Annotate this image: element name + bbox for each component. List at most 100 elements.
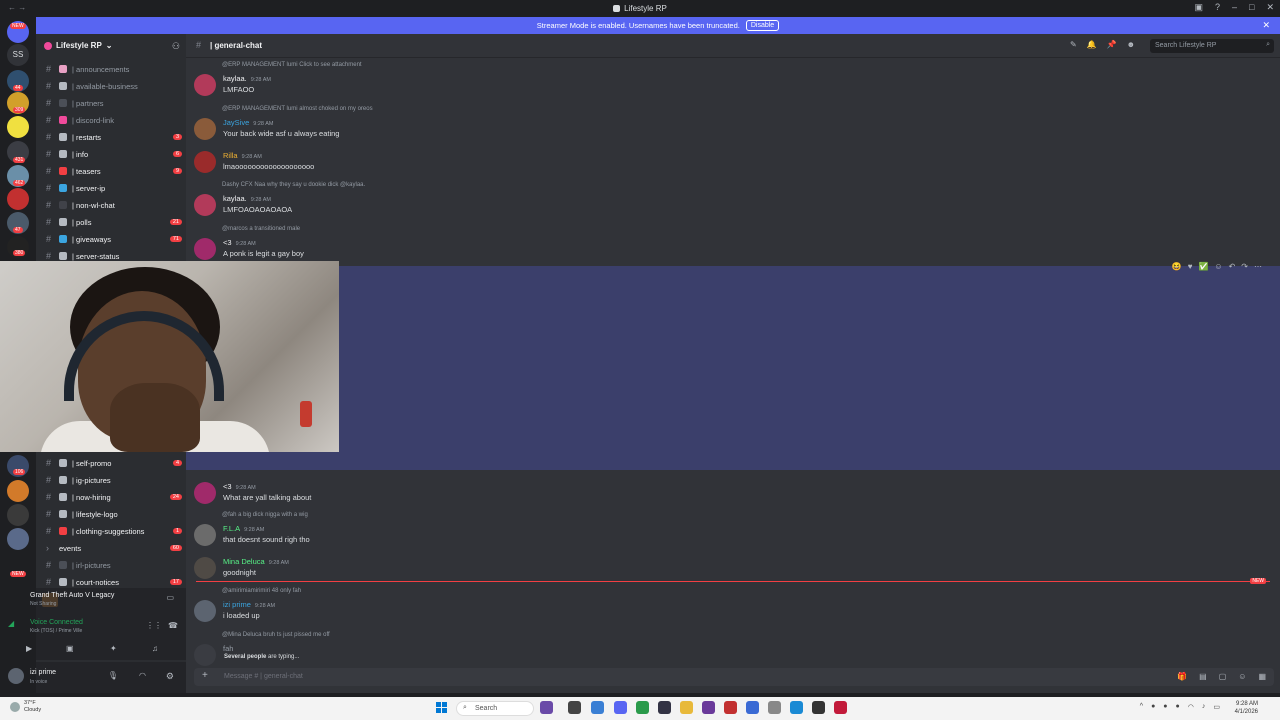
- file-explorer-icon[interactable]: [568, 701, 581, 714]
- author-name[interactable]: Mina Deluca: [223, 557, 265, 566]
- channel-item[interactable]: # | announcements: [46, 62, 182, 76]
- noise-suppression-icon[interactable]: ⋮⋮: [146, 621, 162, 630]
- activities-icon[interactable]: ✦: [110, 644, 117, 653]
- author-name[interactable]: izi prime: [223, 600, 251, 609]
- taskbar-search[interactable]: ⌕ Search: [456, 701, 534, 716]
- pin-icon[interactable]: 📌: [1107, 40, 1117, 49]
- channel-item[interactable]: # | non-wl-chat: [46, 198, 182, 212]
- disconnect-icon[interactable]: ☎: [168, 621, 178, 630]
- server-icon[interactable]: [7, 528, 29, 550]
- channel-item[interactable]: # | self-promo 4: [46, 456, 182, 470]
- channel-item[interactable]: # | lifestyle-logo: [46, 507, 182, 521]
- add-reaction-icon[interactable]: ☺: [1214, 262, 1222, 271]
- taskbar-app-icon[interactable]: [746, 701, 759, 714]
- chevron-up-icon[interactable]: ^: [1140, 703, 1143, 711]
- settings-gear-icon[interactable]: ⚙: [166, 671, 174, 682]
- taskbar-app-icon[interactable]: [540, 701, 553, 714]
- taskbar-app-icon[interactable]: [724, 701, 737, 714]
- discord-icon[interactable]: [614, 701, 627, 714]
- maximize-button[interactable]: □: [1249, 2, 1254, 13]
- media-embed[interactable]: [186, 266, 1280, 470]
- channel-item[interactable]: # | partners: [46, 96, 182, 110]
- taskbar-app-icon[interactable]: [658, 701, 671, 714]
- author-name[interactable]: <3: [223, 238, 232, 247]
- server-icon-ss[interactable]: SS: [7, 44, 29, 66]
- channel-item[interactable]: # | restarts 3: [46, 130, 182, 144]
- avatar[interactable]: [194, 482, 216, 504]
- volume-icon[interactable]: ♪: [1202, 703, 1206, 711]
- taskbar-app-icon[interactable]: [591, 701, 604, 714]
- members-icon[interactable]: ☻: [1127, 40, 1135, 49]
- author-name[interactable]: kaylaa.: [223, 194, 247, 203]
- close-banner-icon[interactable]: ✕: [1262, 20, 1270, 31]
- battery-icon[interactable]: ▭: [1213, 703, 1220, 711]
- avatar[interactable]: [194, 644, 216, 666]
- channel-item[interactable]: # | ig-pictures: [46, 473, 182, 487]
- add-member-icon[interactable]: ⚇: [172, 41, 180, 52]
- channel-item[interactable]: # | irl-pictures: [46, 558, 182, 572]
- channel-item[interactable]: # | info 6: [46, 147, 182, 161]
- minimize-button[interactable]: –: [1232, 2, 1237, 13]
- author-name[interactable]: Rilla: [223, 151, 238, 160]
- avatar[interactable]: [194, 74, 216, 96]
- author-name[interactable]: kaylaa.: [223, 74, 247, 83]
- reaction-icon[interactable]: 😆: [1172, 262, 1182, 271]
- taskbar-app-icon[interactable]: [768, 701, 781, 714]
- server-icon[interactable]: [7, 504, 29, 526]
- taskbar-app-icon[interactable]: [834, 701, 847, 714]
- author-name[interactable]: fah: [223, 644, 233, 653]
- voice-channel[interactable]: Kick (TOS) / Prime Ville: [30, 628, 82, 634]
- reply-preview[interactable]: Dashy CFX Naa why they say u dookie dick…: [222, 182, 365, 188]
- avatar[interactable]: [8, 668, 24, 684]
- author-name[interactable]: <3: [223, 482, 232, 491]
- reaction-icon[interactable]: ♥: [1188, 262, 1193, 271]
- taskbar-app-icon[interactable]: [702, 701, 715, 714]
- guild-header[interactable]: Lifestyle RP ⌄: [44, 41, 113, 50]
- channel-item[interactable]: # | teasers 9: [46, 164, 182, 178]
- close-button[interactable]: ✕: [1266, 2, 1274, 13]
- apps-icon[interactable]: ▦: [1258, 672, 1266, 681]
- avatar[interactable]: [194, 557, 216, 579]
- gift-icon[interactable]: 🎁: [1177, 672, 1187, 681]
- wifi-icon[interactable]: ◠: [1188, 703, 1194, 711]
- help-icon[interactable]: ?: [1215, 2, 1220, 13]
- microphone-icon[interactable]: 🎙: [108, 671, 118, 680]
- author-name[interactable]: JaySive: [223, 118, 249, 127]
- server-icon[interactable]: [7, 188, 29, 210]
- reaction-icon[interactable]: ✅: [1198, 262, 1208, 271]
- avatar[interactable]: [194, 194, 216, 216]
- reply-icon[interactable]: ↶: [1229, 262, 1236, 271]
- reply-preview[interactable]: @amirimiamirimiri 48 only fah: [222, 588, 301, 594]
- more-icon[interactable]: ⋯: [1254, 262, 1262, 271]
- channel-item[interactable]: # | now-hiring 24: [46, 490, 182, 504]
- channel-item[interactable]: # | available-business: [46, 79, 182, 93]
- emoji-icon[interactable]: ☺: [1238, 672, 1246, 681]
- threads-icon[interactable]: ✎: [1070, 40, 1077, 49]
- channel-item[interactable]: # | server-ip: [46, 181, 182, 195]
- disable-button[interactable]: Disable: [745, 20, 780, 31]
- share-screen-icon[interactable]: ▣: [66, 644, 74, 653]
- reply-preview[interactable]: @fah a big dick nigga with a wig: [222, 512, 308, 518]
- taskbar-app-icon[interactable]: [812, 701, 825, 714]
- channel-item[interactable]: # | clothing-suggestions 1: [46, 524, 182, 538]
- avatar[interactable]: [194, 118, 216, 140]
- reply-preview[interactable]: @ERP MANAGEMENT lumi Click to see attach…: [222, 62, 362, 68]
- sticker-icon[interactable]: ▢: [1219, 672, 1227, 681]
- server-icon[interactable]: [7, 480, 29, 502]
- message-input[interactable]: [194, 668, 1274, 686]
- channel-item[interactable]: # | discord-link: [46, 113, 182, 127]
- edge-icon[interactable]: [790, 701, 803, 714]
- server-icon[interactable]: [7, 116, 29, 138]
- avatar[interactable]: [194, 524, 216, 546]
- notification-icon[interactable]: 🔔: [1087, 40, 1097, 49]
- author-name[interactable]: F.L.A: [223, 524, 240, 533]
- add-attachment-icon[interactable]: +: [202, 670, 208, 681]
- clock[interactable]: 9:28 AM 4/1/2026: [1235, 700, 1258, 716]
- search-input[interactable]: Search Lifestyle RP ⌕: [1150, 39, 1274, 53]
- weather-widget[interactable]: 37°F Cloudy: [24, 700, 41, 714]
- channel-item[interactable]: # | polls 21: [46, 215, 182, 229]
- avatar[interactable]: [194, 151, 216, 173]
- avatar[interactable]: [194, 238, 216, 260]
- channel-item[interactable]: › events 60: [46, 541, 182, 555]
- channel-item[interactable]: # | court-notices 17: [46, 575, 182, 589]
